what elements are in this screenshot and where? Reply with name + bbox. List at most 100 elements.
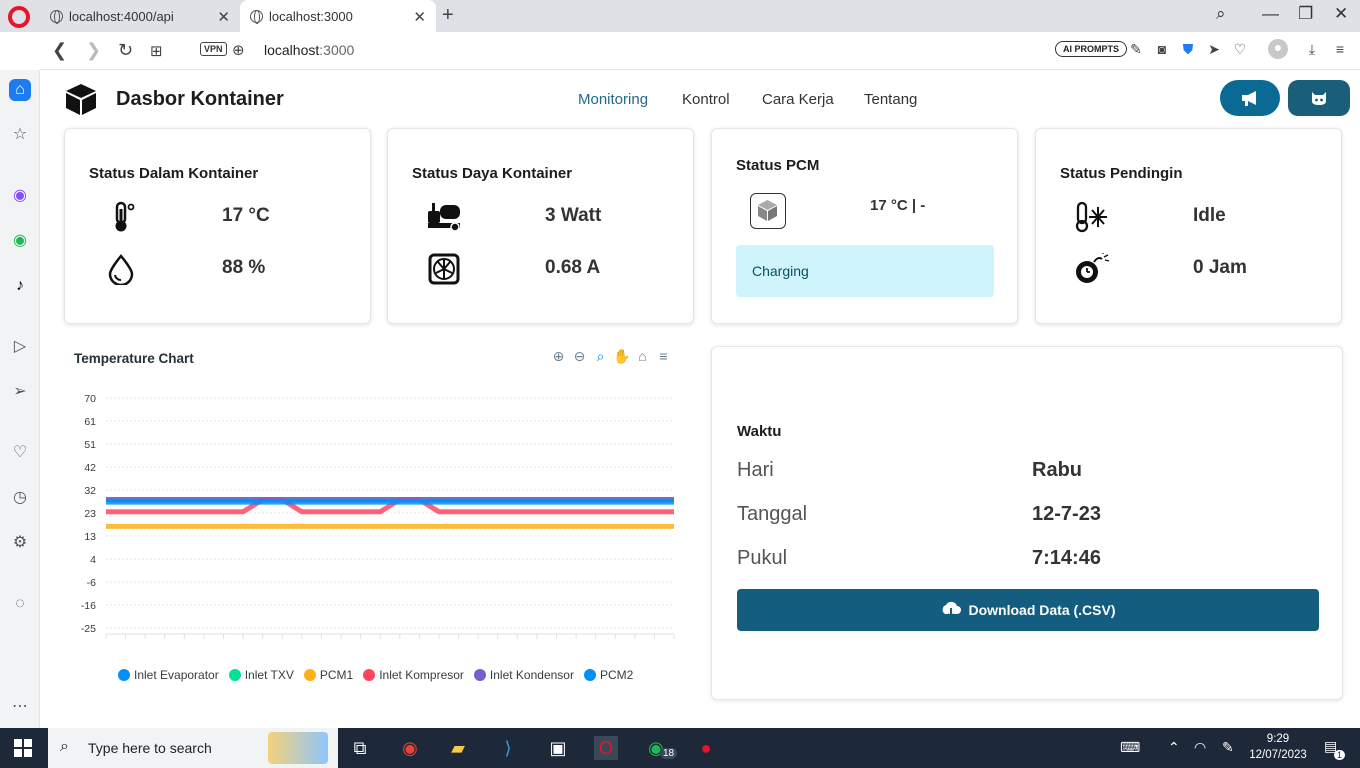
history-icon[interactable]: ◷ <box>9 487 31 509</box>
pen-icon[interactable]: ✎ <box>1222 739 1234 756</box>
task-view-icon[interactable]: ⧉ <box>348 736 372 760</box>
legend-item[interactable]: Inlet TXV <box>228 668 294 682</box>
reset-home-icon[interactable]: ⌂ <box>634 348 651 365</box>
home-icon[interactable]: ⌂ <box>9 79 31 101</box>
legend-item[interactable]: PCM1 <box>303 668 353 682</box>
messenger-icon[interactable]: ◉ <box>9 185 31 207</box>
compressor-icon <box>428 203 460 232</box>
terminal-icon[interactable]: ▣ <box>546 736 570 760</box>
close-window-icon[interactable]: ✕ <box>1334 4 1348 24</box>
chart-legend: Inlet Evaporator Inlet TXV PCM1 Inlet Kompr… <box>118 668 633 682</box>
chart-menu-icon[interactable]: ≡ <box>655 348 672 365</box>
tab-dashboard[interactable]: localhost:3000 ✕ <box>240 0 436 32</box>
more-icon[interactable]: ⋯ <box>9 696 31 718</box>
heart-icon[interactable]: ♡ <box>1232 41 1248 57</box>
y-tick-label: 61 <box>84 416 96 428</box>
waktu-title: Waktu <box>737 423 782 440</box>
pan-hand-icon[interactable]: ✋ <box>613 348 630 365</box>
minimize-icon[interactable]: — <box>1262 4 1279 24</box>
site-info-icon[interactable]: ⊕ <box>232 41 245 59</box>
back-icon[interactable]: ❮ <box>52 40 67 61</box>
tab-api[interactable]: localhost:4000/api ✕ <box>40 0 240 32</box>
camera-icon[interactable]: ◙ <box>1154 41 1170 57</box>
player-icon[interactable]: ▷ <box>9 336 31 358</box>
globe-icon <box>250 9 263 24</box>
y-tick-label: 13 <box>84 531 96 543</box>
taskbar-search-input[interactable]: ⌕ Type here to search <box>48 728 338 768</box>
legend-label: Inlet Kompresor <box>379 668 464 682</box>
settings-icon[interactable]: ⚙ <box>9 532 31 554</box>
star-icon[interactable]: ☆ <box>9 124 31 146</box>
legend-marker <box>583 669 596 681</box>
wifi-icon[interactable]: ◠ <box>1194 739 1206 756</box>
file-explorer-icon[interactable]: ▰ <box>446 736 470 760</box>
url-field[interactable]: localhost:3000 <box>264 42 354 58</box>
vpn-badge[interactable]: VPN <box>200 42 227 56</box>
nav-cara-kerja[interactable]: Cara Kerja <box>762 91 834 108</box>
search-icon: ⌕ <box>60 738 69 755</box>
new-tab-icon[interactable]: + <box>442 4 454 27</box>
reload-icon[interactable]: ↻ <box>118 40 133 61</box>
github-icon <box>1312 92 1326 105</box>
search-tabs-icon[interactable]: ⌕ <box>1216 4 1226 24</box>
keyboard-icon[interactable]: ⌨ <box>1120 739 1140 756</box>
temperature-value: 17 °C <box>222 205 270 226</box>
announcement-button[interactable] <box>1220 80 1280 116</box>
y-tick-label: -16 <box>81 600 96 612</box>
ai-prompts-button[interactable]: AI PROMPTS <box>1055 41 1128 57</box>
chrome-icon[interactable]: ◉ <box>398 736 422 760</box>
clock-date: 12/07/2023 <box>1249 749 1307 761</box>
edit-icon[interactable]: ✎ <box>1128 41 1144 57</box>
vscode-icon[interactable]: ⟩ <box>496 736 520 760</box>
globe-icon <box>50 9 63 24</box>
avatar[interactable]: ● <box>1268 39 1288 59</box>
whatsapp-icon[interactable]: ◉ <box>9 230 31 252</box>
legend-marker <box>228 669 241 681</box>
zoom-select-icon[interactable]: ⌕ <box>592 348 609 365</box>
restore-icon[interactable]: ❐ <box>1298 4 1313 24</box>
chart-plot: 70 61 51 42 32 23 13 4 -6 -16 -25 <box>81 393 675 639</box>
send-icon[interactable]: ➤ <box>1206 41 1222 57</box>
record-icon[interactable]: ● <box>694 736 718 760</box>
opera-logo-icon[interactable] <box>8 6 30 28</box>
github-button[interactable] <box>1288 80 1350 116</box>
zoom-out-icon[interactable]: ⊖ <box>571 348 588 365</box>
cooler-duration-value: 0 Jam <box>1193 257 1247 278</box>
card-status-pcm: Status PCM 17 °C | - Charging <box>711 128 1018 324</box>
y-tick-label: -25 <box>81 623 96 635</box>
tray-chevron-icon[interactable]: ⌃ <box>1168 739 1180 756</box>
legend-item[interactable]: Inlet Kompresor <box>363 668 464 682</box>
close-tab-icon[interactable]: ✕ <box>217 8 230 26</box>
tanggal-value: 12-7-23 <box>1032 503 1101 525</box>
clock-time: 9:29 <box>1266 733 1290 745</box>
opera-taskbar-icon[interactable]: O <box>594 736 618 760</box>
download-csv-button[interactable]: Download Data (.CSV) <box>737 589 1319 631</box>
shield-icon[interactable]: ⛊ <box>1180 41 1196 57</box>
windows-start-icon[interactable] <box>14 739 32 757</box>
current-value: 0.68 A <box>545 257 601 278</box>
chart-toolbar: ⊕ ⊖ ⌕ ✋ ⌂ ≡ <box>550 348 672 365</box>
tabs-grid-icon[interactable]: ⊞ <box>150 42 163 60</box>
nav-kontrol[interactable]: Kontrol <box>682 91 730 108</box>
lightbulb-icon[interactable]: ◌ <box>9 593 31 615</box>
download-label: Download Data (.CSV) <box>968 602 1116 618</box>
legend-item[interactable]: Inlet Kondensor <box>473 668 574 682</box>
taskbar-clock[interactable]: 9:29 12/07/2023 <box>1246 731 1310 763</box>
menu-icon[interactable]: ≡ <box>1332 41 1348 57</box>
legend-marker <box>363 669 376 681</box>
send-icon[interactable]: ➢ <box>9 381 31 403</box>
tanggal-label: Tanggal <box>737 503 808 525</box>
legend-marker <box>118 669 130 681</box>
zoom-in-icon[interactable]: ⊕ <box>550 348 567 365</box>
download-icon[interactable]: ⤓ <box>1304 41 1320 57</box>
heart-icon[interactable]: ♡ <box>9 442 31 464</box>
legend-item[interactable]: Inlet Evaporator <box>118 668 219 682</box>
close-tab-icon[interactable]: ✕ <box>413 8 426 26</box>
forward-icon[interactable]: ❯ <box>86 40 101 61</box>
nav-monitoring[interactable]: Monitoring <box>578 91 648 108</box>
nav-tentang[interactable]: Tentang <box>864 91 917 108</box>
card-status-pendingin: Status Pendingin Idle 0 Jam <box>1035 128 1342 324</box>
pcm-box <box>750 193 786 229</box>
legend-item[interactable]: PCM2 <box>583 668 633 682</box>
tiktok-icon[interactable]: ♪ <box>9 275 31 297</box>
